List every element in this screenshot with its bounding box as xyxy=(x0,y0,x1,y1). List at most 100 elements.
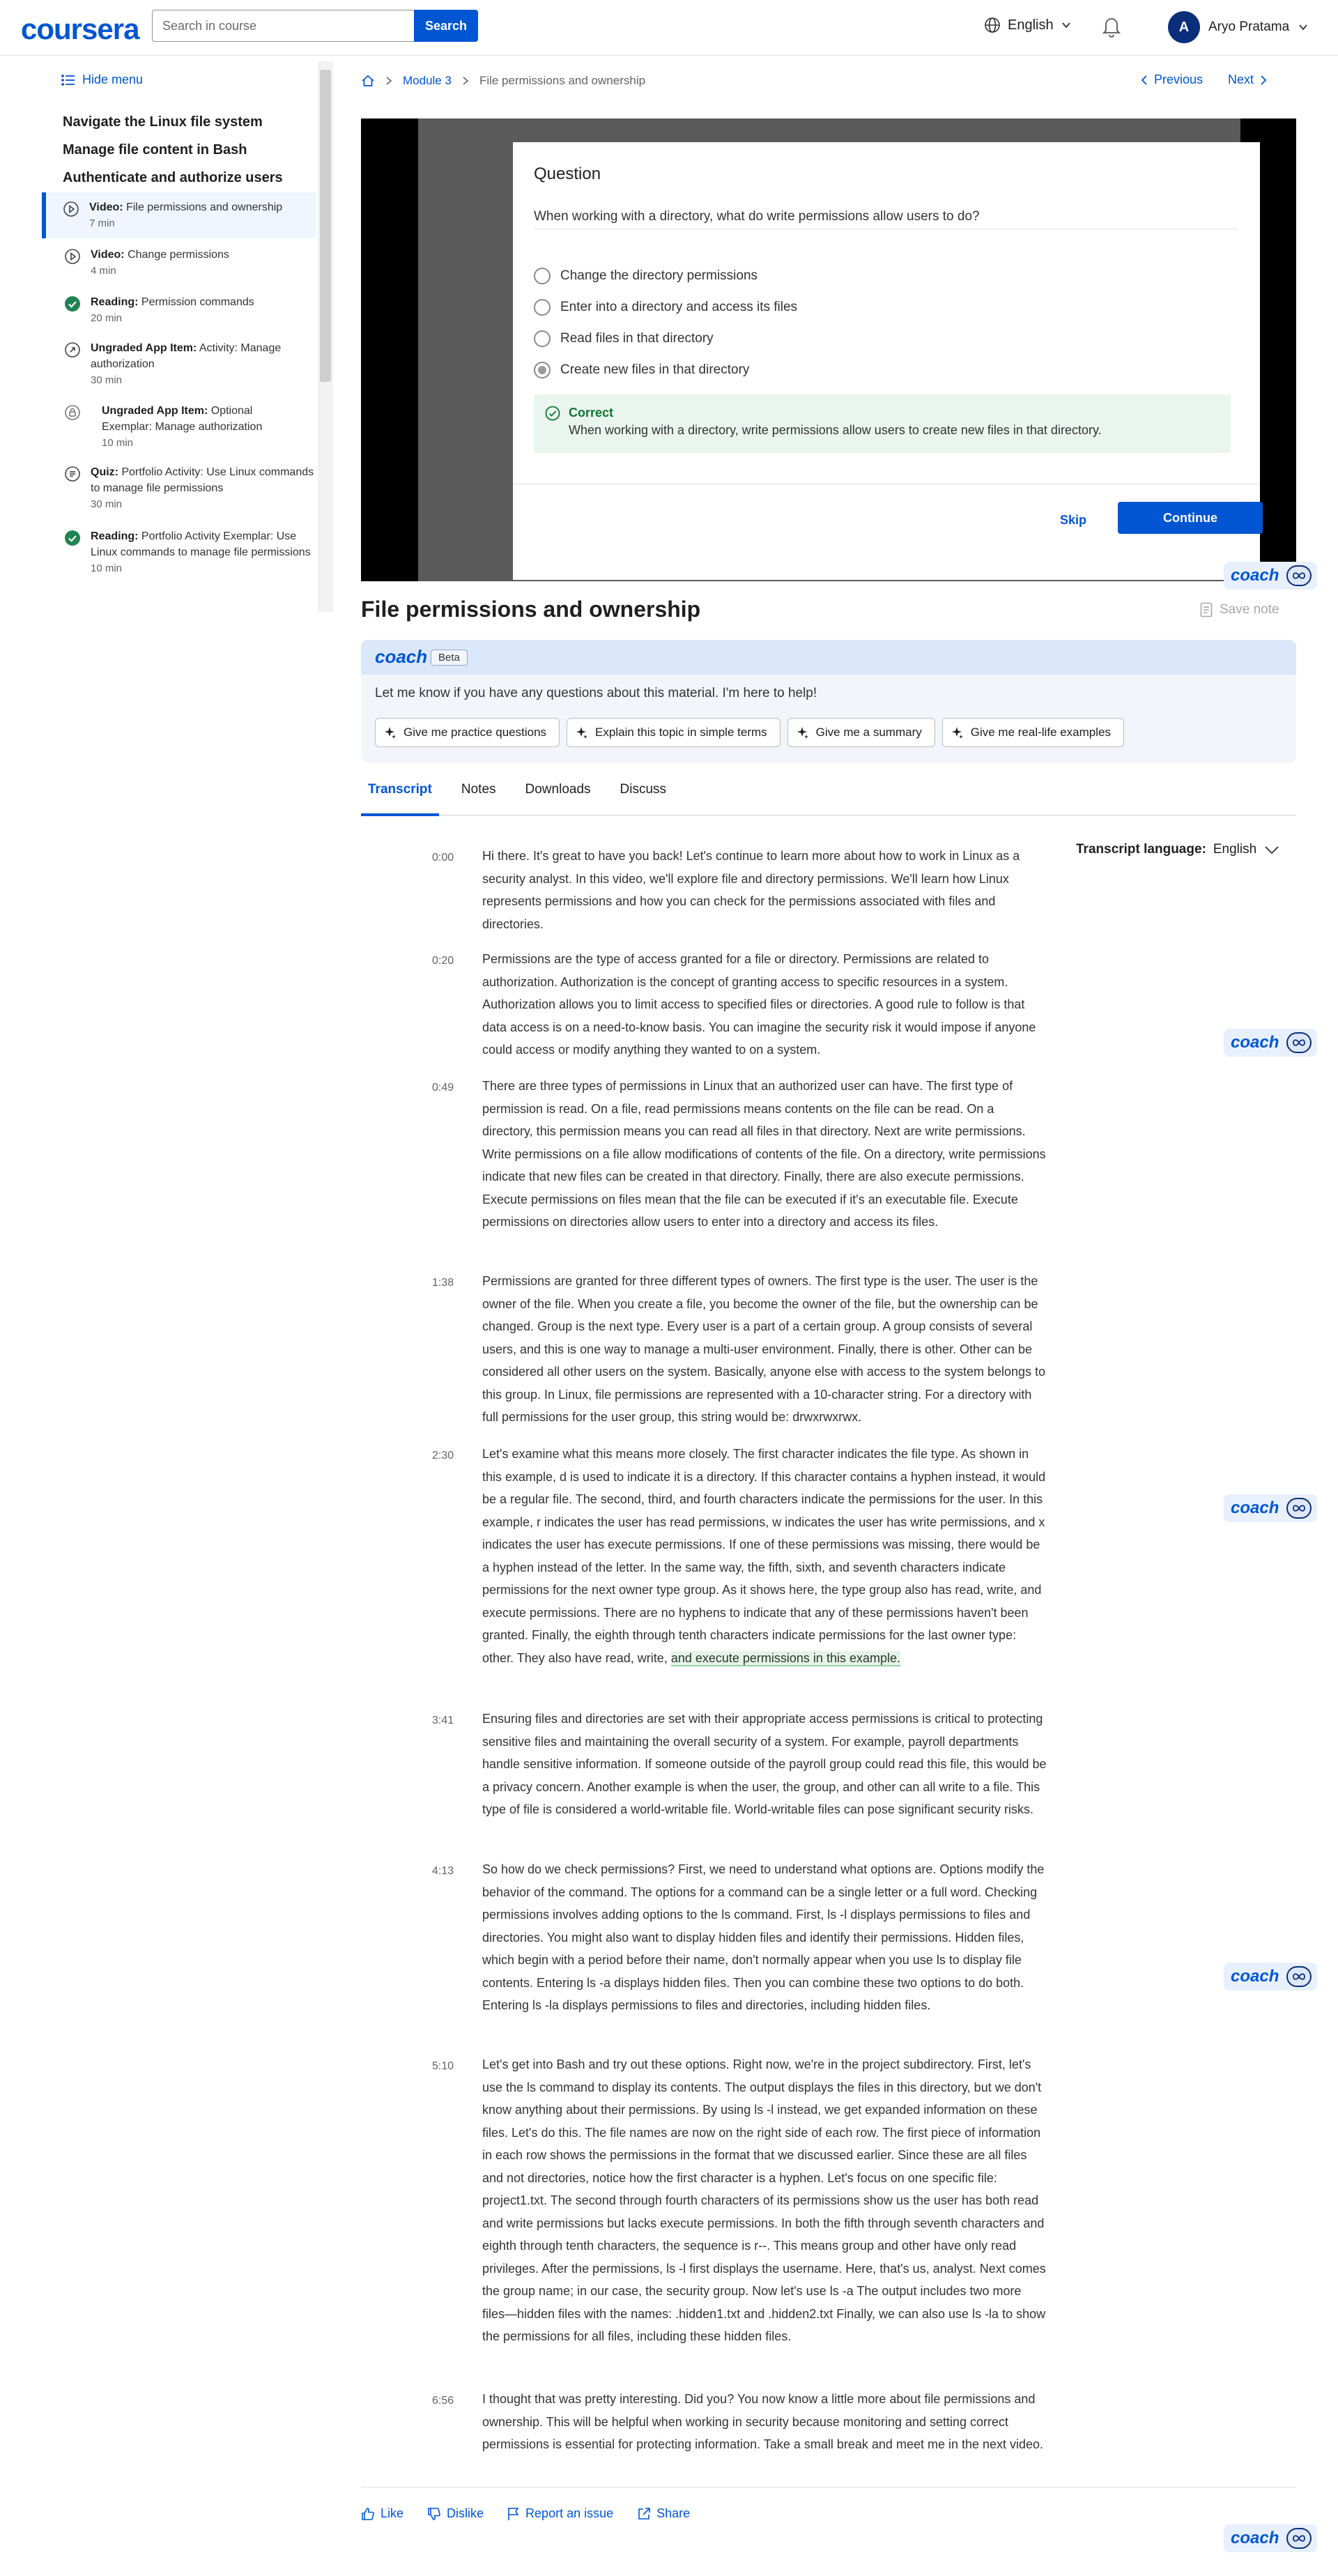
question-title: Question xyxy=(534,164,601,183)
sidebar-item-file-permissions[interactable]: Video: File permissions and ownership 7 m… xyxy=(42,192,316,238)
transcript-paragraph[interactable]: So how do we check permissions? First, w… xyxy=(482,1858,1047,2017)
like-button[interactable]: Like xyxy=(361,2506,403,2521)
save-note-button[interactable]: Save note xyxy=(1200,602,1279,618)
sidebar-item-portfolio-activity[interactable]: Quiz: Portfolio Activity: Use Linux comm… xyxy=(43,464,318,512)
hide-menu-label: Hide menu xyxy=(82,72,144,86)
sidebar-item-kind: Ungraded App Item: xyxy=(91,342,197,354)
notifications-button[interactable] xyxy=(1101,15,1122,41)
sidebar-module-navigate[interactable]: Navigate the Linux file system xyxy=(63,114,263,130)
transcript-paragraph[interactable]: Permissions are granted for three differ… xyxy=(482,1270,1047,1429)
chip-real-life-examples[interactable]: Give me real-life examples xyxy=(941,718,1124,747)
answer-option-1[interactable]: Change the directory permissions xyxy=(534,268,758,284)
sidebar-item-kind: Video: xyxy=(91,249,125,261)
sparkle-icon xyxy=(951,727,963,739)
video-overlay: Question When working with a directory, … xyxy=(418,118,1263,581)
radio-button[interactable] xyxy=(534,268,551,284)
transcript-paragraph[interactable]: There are three types of permissions in … xyxy=(482,1075,1047,1234)
coach-suggestions: Give me practice questions Explain this … xyxy=(375,718,1124,747)
skip-button[interactable]: Skip xyxy=(1060,513,1086,528)
transcript-timestamp[interactable]: 3:41 xyxy=(432,1715,454,1727)
coach-float-button[interactable]: coach xyxy=(1224,562,1317,590)
globe-icon xyxy=(985,17,1000,33)
share-button[interactable]: Share xyxy=(637,2506,690,2521)
coursera-logo[interactable]: coursera xyxy=(21,13,139,46)
next-button[interactable]: Next xyxy=(1228,72,1268,87)
tab-notes[interactable]: Notes xyxy=(461,778,496,815)
coach-float-button[interactable]: coach xyxy=(1224,1494,1317,1522)
radio-button-selected[interactable] xyxy=(534,362,551,378)
chip-label: Give me a summary xyxy=(815,726,922,739)
transcript-timestamp[interactable]: 0:49 xyxy=(432,1082,454,1094)
chip-summary[interactable]: Give me a summary xyxy=(787,718,935,747)
sidebar-item-change-permissions[interactable]: Video: Change permissions 4 min xyxy=(43,247,318,279)
dislike-button[interactable]: Dislike xyxy=(427,2506,484,2521)
flag-icon xyxy=(508,2507,519,2520)
transcript-paragraph[interactable]: Ensuring files and directories are set w… xyxy=(482,1708,1047,1821)
tab-transcript[interactable]: Transcript xyxy=(361,778,439,816)
transcript-language-label: Transcript language: xyxy=(1076,842,1206,857)
question-prompt: When working with a directory, what do w… xyxy=(534,209,980,224)
sidebar-item-portfolio-exemplar[interactable]: Reading: Portfolio Activity Exemplar: Us… xyxy=(43,528,318,576)
coach-float-button[interactable]: coach xyxy=(1224,1963,1317,1991)
coach-float-button[interactable]: coach xyxy=(1224,1029,1317,1057)
transcript-current-highlight: and execute permissions in this example. xyxy=(670,1650,900,1666)
transcript-paragraph[interactable]: Let's examine what this means more close… xyxy=(482,1443,1047,1669)
breadcrumb-module[interactable]: Module 3 xyxy=(403,74,452,88)
transcript-timestamp[interactable]: 2:30 xyxy=(432,1450,454,1462)
transcript-timestamp[interactable]: 4:13 xyxy=(432,1865,454,1878)
transcript-timestamp[interactable]: 0:20 xyxy=(432,955,454,967)
page-title: File permissions and ownership xyxy=(361,597,701,622)
continue-button[interactable]: Continue xyxy=(1118,502,1263,534)
transcript-timestamp[interactable]: 6:56 xyxy=(432,2395,454,2407)
chip-explain-simple[interactable]: Explain this topic in simple terms xyxy=(567,718,780,747)
coach-panel-header: coach Beta xyxy=(361,640,1296,675)
answer-label: Enter into a directory and access its fi… xyxy=(560,300,798,314)
coach-infinity-icon xyxy=(1286,1966,1312,1987)
coach-float-button[interactable]: coach xyxy=(1224,2524,1317,2552)
feedback-title: Correct xyxy=(569,406,614,420)
transcript-timestamp[interactable]: 5:10 xyxy=(432,2060,454,2073)
quiz-icon xyxy=(65,466,80,482)
content-tabs: Transcript Notes Downloads Discuss xyxy=(361,778,1296,816)
transcript-language-selector[interactable]: Transcript language: English xyxy=(1076,842,1280,857)
answer-option-3[interactable]: Read files in that directory xyxy=(534,330,714,347)
coach-panel: coach Beta Let me know if you have any q… xyxy=(361,640,1296,762)
chip-practice-questions[interactable]: Give me practice questions xyxy=(375,718,560,747)
hide-menu-button[interactable]: Hide menu xyxy=(61,72,143,87)
sidebar-scroll-thumb[interactable] xyxy=(320,70,331,382)
sidebar-module-authenticate[interactable]: Authenticate and authorize users xyxy=(63,170,283,186)
transcript-paragraph[interactable]: Hi there. It's great to have you back! L… xyxy=(482,845,1047,935)
tab-downloads[interactable]: Downloads xyxy=(525,778,591,815)
question-modal: Question When working with a directory, … xyxy=(513,142,1263,580)
language-selector[interactable]: English xyxy=(984,17,1072,33)
sidebar-module-manage-files[interactable]: Manage file content in Bash xyxy=(63,142,247,158)
answer-option-2[interactable]: Enter into a directory and access its fi… xyxy=(534,299,797,316)
home-icon[interactable] xyxy=(361,74,375,88)
search-input[interactable] xyxy=(152,10,414,42)
sidebar-item-permission-commands[interactable]: Reading: Permission commands 20 min xyxy=(43,294,318,326)
user-menu[interactable]: A Aryo Pratama xyxy=(1168,11,1309,43)
transcript-paragraph[interactable]: I thought that was pretty interesting. D… xyxy=(482,2388,1047,2456)
transcript-paragraph[interactable]: Let's get into Bash and try out these op… xyxy=(482,2053,1047,2348)
sidebar-item-title: Permission commands xyxy=(141,296,254,308)
sidebar-item-activity-manage-authorization[interactable]: Ungraded App Item: Activity: Manage auth… xyxy=(43,340,318,388)
next-label: Next xyxy=(1228,72,1254,86)
avatar: A xyxy=(1168,11,1200,43)
transcript-timestamp[interactable]: 1:38 xyxy=(432,1277,454,1289)
previous-button[interactable]: Previous xyxy=(1140,72,1203,87)
breadcrumb-current: File permissions and ownership xyxy=(479,74,646,87)
sidebar-item-title: Change permissions xyxy=(128,249,229,261)
transcript-paragraph[interactable]: Permissions are the type of access grant… xyxy=(482,948,1047,1061)
sidebar-item-optional-exemplar[interactable]: Ungraded App Item: Optional Exemplar: Ma… xyxy=(43,403,318,451)
transcript-timestamp[interactable]: 0:00 xyxy=(432,852,454,864)
search-bar: Search xyxy=(152,10,478,42)
report-issue-button[interactable]: Report an issue xyxy=(507,2506,613,2521)
radio-button[interactable] xyxy=(534,330,551,347)
sidebar-item-duration: 7 min xyxy=(89,217,115,229)
answer-option-4[interactable]: Create new files in that directory xyxy=(534,362,749,378)
search-button[interactable]: Search xyxy=(414,10,478,42)
coach-infinity-icon xyxy=(1286,1498,1312,1519)
tab-discuss[interactable]: Discuss xyxy=(620,778,667,815)
radio-button[interactable] xyxy=(534,299,551,316)
video-player[interactable]: Question When working with a directory, … xyxy=(361,118,1296,581)
